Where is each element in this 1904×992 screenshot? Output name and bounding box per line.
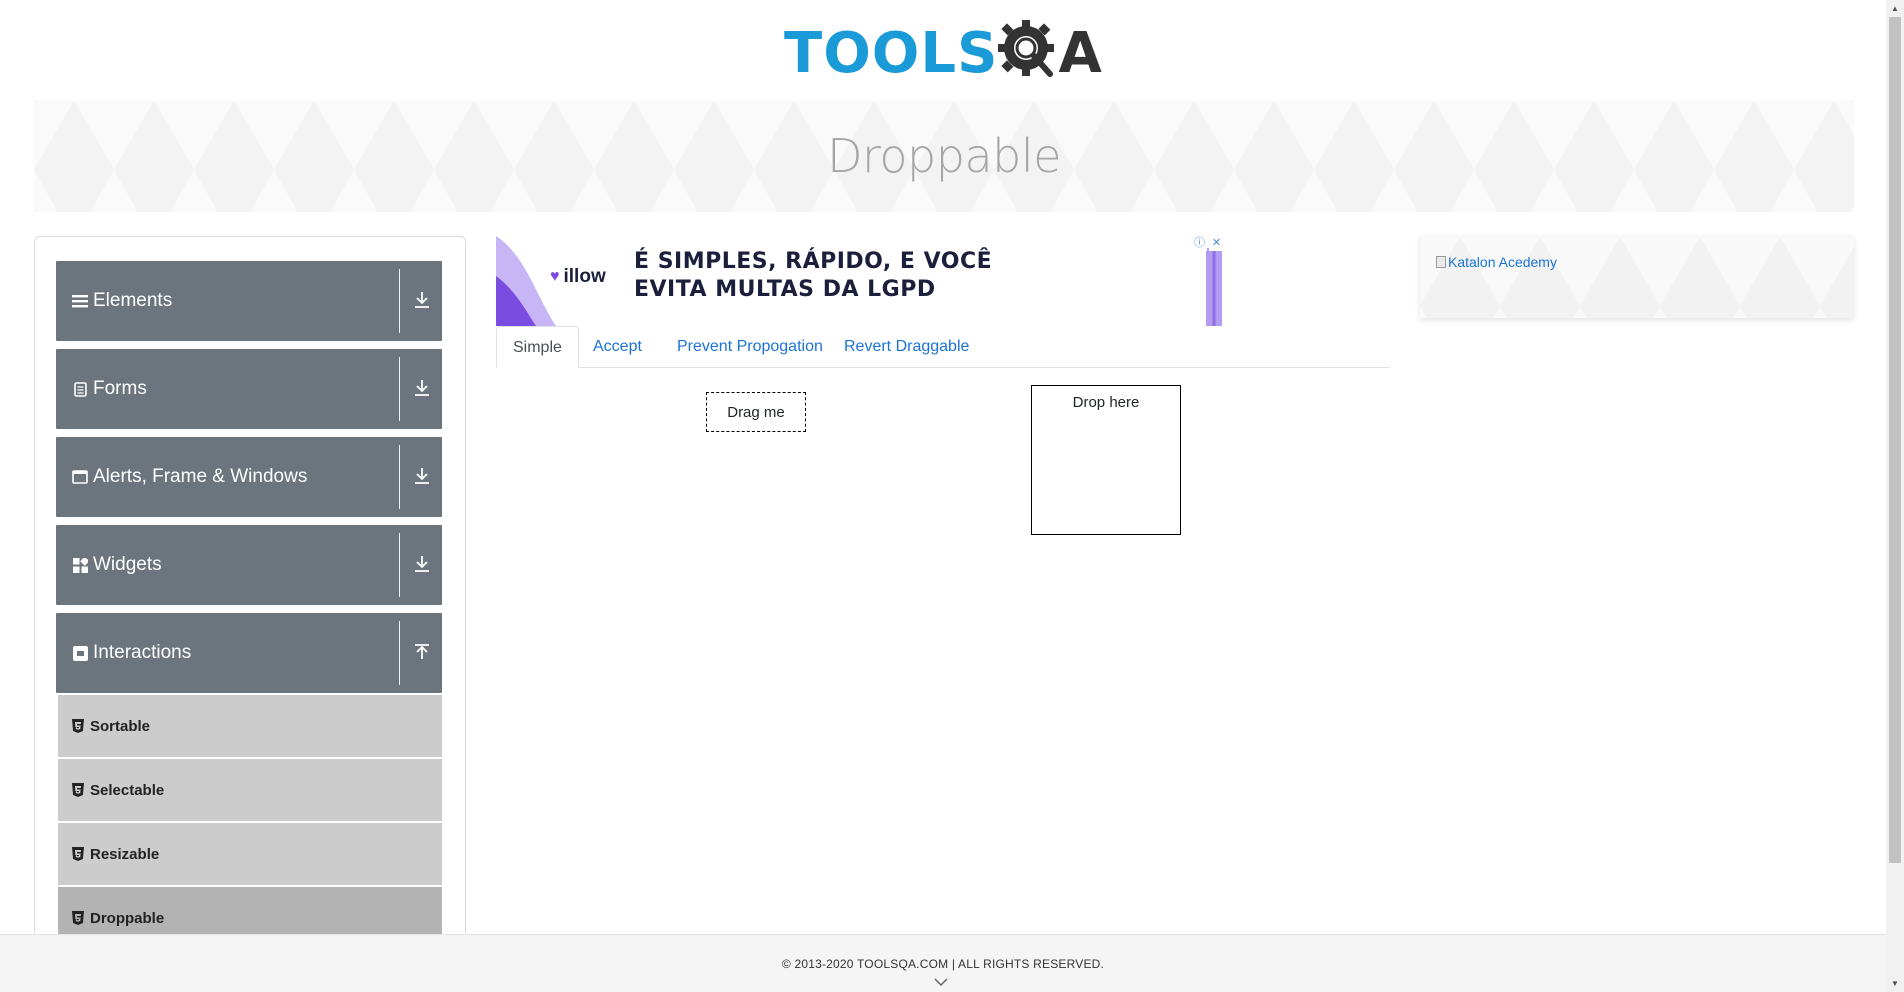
html5-icon	[72, 719, 84, 733]
sidebar-item-label: Sortable	[90, 717, 151, 735]
tab-revert-draggable[interactable]: Revert Draggable	[828, 326, 985, 368]
sidebar-group-label: Elements	[93, 290, 173, 311]
widgets-icon	[72, 557, 88, 573]
ad-wave-graphic	[496, 236, 556, 326]
illow-heart-icon: ♥	[550, 268, 560, 285]
scroll-down-arrow-icon[interactable]: ▼	[1886, 975, 1904, 992]
page-title: Droppable	[827, 129, 1061, 183]
sidebar-group-forms[interactable]: Forms	[56, 349, 442, 429]
document-icon	[72, 381, 88, 397]
html5-icon	[72, 911, 84, 925]
ad-brand-name: illow	[563, 266, 606, 287]
divider	[399, 357, 400, 421]
draggable-box[interactable]: Drag me	[706, 392, 806, 432]
download-arrow-icon[interactable]	[412, 553, 432, 575]
ad-headline: É SIMPLES, RÁPIDO, E VOCÊ EVITA MULTAS D…	[634, 248, 992, 304]
hamburger-icon	[72, 293, 88, 309]
gear-magnifier-icon	[998, 20, 1058, 86]
sidebar-group-label: Widgets	[93, 554, 162, 575]
download-arrow-icon[interactable]	[412, 465, 432, 487]
sidebar-group-widgets[interactable]: Widgets	[56, 525, 442, 605]
html5-icon	[72, 847, 84, 861]
ad-line-1: É SIMPLES, RÁPIDO, E VOCÊ	[634, 249, 993, 274]
sidebar-group-elements[interactable]: Elements	[56, 261, 442, 341]
tab-accept[interactable]: Accept	[577, 326, 658, 368]
toolsqa-logo[interactable]: TOOLS A	[784, 16, 1109, 90]
sidebar-item-label: Resizable	[90, 845, 160, 863]
footer: © 2013-2020 TOOLSQA.COM | ALL RIGHTS RES…	[0, 934, 1886, 992]
sidebar-item-resizable[interactable]: Resizable	[58, 823, 442, 885]
window-icon	[72, 469, 88, 485]
sidebar-group-label: Interactions	[93, 642, 192, 663]
sidebar: Elements Forms Alerts, Frame & Windows W…	[34, 236, 466, 936]
katalon-ad[interactable]: Katalon Acedemy	[1420, 236, 1854, 318]
sidebar-group-interactions[interactable]: Interactions	[56, 613, 442, 693]
ad-controls: ⓘ ✕	[1192, 236, 1224, 252]
footer-copyright: © 2013-2020 TOOLSQA.COM | ALL RIGHTS RES…	[781, 957, 1105, 971]
ad-close-icon[interactable]: ✕	[1209, 236, 1224, 251]
broken-image-icon	[1436, 256, 1446, 268]
interactions-icon	[72, 645, 88, 661]
vertical-scrollbar[interactable]: ▲ ▼	[1886, 0, 1904, 992]
katalon-ad-link[interactable]: Katalon Acedemy	[1436, 254, 1557, 270]
logo-a-text: A	[1058, 21, 1103, 86]
scrollbar-thumb[interactable]	[1889, 17, 1901, 863]
download-arrow-icon[interactable]	[412, 377, 432, 399]
logo-tools-text: TOOLS	[784, 21, 999, 86]
sidebar-group-label: Forms	[93, 378, 147, 399]
chevron-down-icon[interactable]	[934, 977, 948, 987]
ad-brand: ♥ illow	[550, 266, 606, 288]
divider	[399, 621, 400, 685]
tab-prevent-propogation[interactable]: Prevent Propogation	[661, 326, 839, 368]
tab-simple[interactable]: Simple	[496, 326, 579, 368]
droppable-label: Drop here	[1072, 394, 1140, 411]
sidebar-item-droppable[interactable]: Droppable	[58, 887, 442, 936]
sidebar-item-label: Droppable	[90, 909, 165, 927]
katalon-ad-alt-text: Katalon Acedemy	[1448, 254, 1557, 270]
droppable-target[interactable]: Drop here	[1031, 385, 1181, 535]
divider	[399, 533, 400, 597]
sidebar-item-label: Selectable	[90, 781, 165, 799]
divider	[399, 269, 400, 333]
ad-banner[interactable]: ♥ illow É SIMPLES, RÁPIDO, E VOCÊ EVITA …	[496, 236, 1224, 326]
sidebar-group-label: Alerts, Frame & Windows	[93, 466, 308, 487]
ad-line-2: EVITA MULTAS DA LGPD	[634, 277, 936, 302]
sidebar-group-alerts-frame-windows[interactable]: Alerts, Frame & Windows	[56, 437, 442, 517]
sidebar-item-sortable[interactable]: Sortable	[58, 695, 442, 757]
download-arrow-icon[interactable]	[412, 289, 432, 311]
tab-bar: Simple Accept Prevent Propogation Revert…	[496, 326, 1390, 368]
upload-arrow-icon[interactable]	[412, 641, 432, 663]
divider	[399, 445, 400, 509]
page-banner: Droppable	[34, 100, 1854, 212]
sidebar-item-selectable[interactable]: Selectable	[58, 759, 442, 821]
ad-stripe	[1206, 248, 1222, 326]
html5-icon	[72, 783, 84, 797]
ad-info-icon[interactable]: ⓘ	[1192, 236, 1207, 251]
scroll-up-arrow-icon[interactable]: ▲	[1886, 0, 1904, 17]
